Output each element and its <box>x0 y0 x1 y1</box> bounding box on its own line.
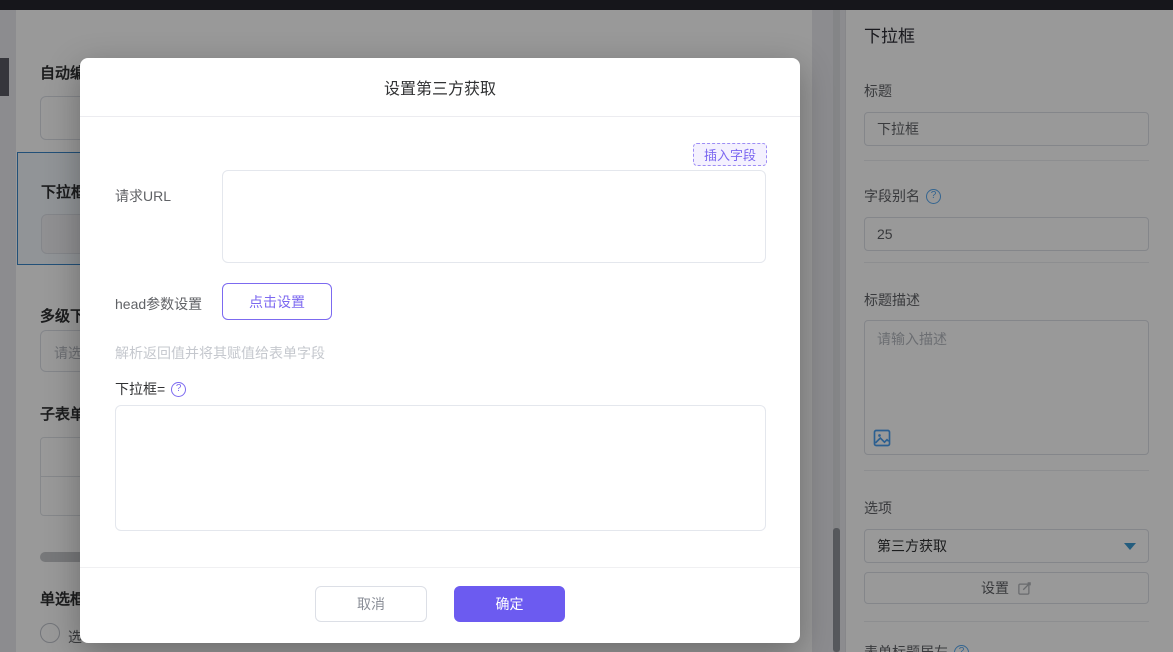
parse-response-hint: 解析返回值并将其赋值给表单字段 <box>115 345 325 361</box>
head-params-setup-button[interactable]: 点击设置 <box>222 283 332 320</box>
dialog-footer: 取消 确定 <box>80 567 800 643</box>
third-party-fetch-dialog: 设置第三方获取 插入字段 请求URL head参数设置 点击设置 解析返回值并将… <box>80 58 800 643</box>
insert-field-button[interactable]: 插入字段 <box>692 143 767 166</box>
app-screen: 自动编号 下拉框 多级下拉 请选择 子表单 单选框 选项 下拉框 标题 字段别名… <box>0 0 1173 652</box>
request-url-textarea[interactable] <box>222 170 766 263</box>
assign-value-textarea[interactable] <box>115 405 766 531</box>
head-params-label: head参数设置 <box>115 296 203 312</box>
confirm-button[interactable]: 确定 <box>454 586 565 622</box>
dialog-header: 设置第三方获取 <box>80 58 800 117</box>
assign-help-icon[interactable]: ? <box>171 381 187 397</box>
dialog-title: 设置第三方获取 <box>383 81 496 98</box>
request-url-label: 请求URL <box>115 188 172 204</box>
cancel-button[interactable]: 取消 <box>315 586 427 622</box>
assign-field-label: 下拉框= <box>115 381 166 397</box>
assign-field-row: 下拉框= ? <box>115 379 187 399</box>
